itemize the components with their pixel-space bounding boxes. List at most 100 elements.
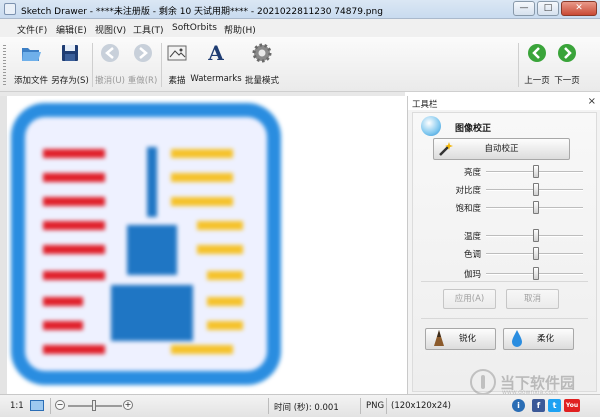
toolbar: 添加文件 另存为(S) 撤消(U) 重做(R) 素描 A Watermarks … [0,37,600,92]
toolbar-separator [518,43,519,87]
app-icon [4,3,16,15]
twitter-icon[interactable]: t [548,399,561,412]
prev-page-button[interactable]: 上一页 [522,37,552,92]
tool-panel: 工具栏 × 图像校正 自动校正 亮度对比度饱和度温度色调伽玛 应用(A) 取消 … [407,96,600,394]
sharpen-label: 锐化 [458,334,476,344]
save-as-button[interactable]: 另存为(S) [50,37,90,92]
batch-mode-label: 批量模式 [244,76,279,86]
slider-label: 亮度 [463,168,481,178]
slider-thumb[interactable] [533,201,540,214]
image-canvas[interactable] [7,96,405,394]
slider-thumb[interactable] [533,165,540,178]
slider-row: 饱和度 [413,201,598,215]
auto-correct-label: 自动校正 [484,144,519,154]
water-drop-icon [512,330,522,347]
slider-label: 色调 [463,250,481,260]
status-separator [268,398,269,414]
slider-label: 伽玛 [463,270,481,280]
batch-mode-button[interactable]: 批量模式 [243,37,281,92]
status-separator [360,398,361,414]
magic-wand-icon [439,142,453,156]
window-controls: — □ ✕ [513,1,597,16]
menu-bar: 文件(F) 编辑(E) 视图(V) 工具(T) SoftOrbits 帮助(H) [0,19,600,37]
facebook-icon[interactable]: f [532,399,545,412]
save-as-label: 另存为(S) [51,76,89,86]
add-file-button[interactable]: 添加文件 [12,37,50,92]
redo-label: 重做(R) [127,76,158,86]
slider-row: 伽玛 [413,267,598,281]
image-dimensions: (120x120x24) [391,401,451,411]
soften-button[interactable]: 柔化 [503,328,574,350]
next-page-button[interactable]: 下一页 [552,37,582,92]
redo-button[interactable]: 重做(R) [126,37,159,92]
undo-arrow-icon [101,44,119,62]
slider-label: 饱和度 [455,204,481,214]
status-separator [386,398,387,414]
undo-button[interactable]: 撤消(U) [94,37,126,92]
sharpen-button[interactable]: 锐化 [425,328,496,350]
save-icon [62,45,78,61]
cancel-button[interactable]: 取消 [506,289,559,309]
sketch-label: 素描 [168,76,186,86]
watermark-logo-icon [470,369,496,395]
slider-thumb[interactable] [533,229,540,242]
next-page-label: 下一页 [554,76,580,86]
image-format: PNG [366,401,385,411]
auto-correct-button[interactable]: 自动校正 [433,138,570,160]
zoom-in-icon[interactable]: + [123,400,133,410]
slider-row: 对比度 [413,183,598,197]
menu-view[interactable]: 视图(V) [95,23,126,36]
panel-header: 工具栏 × [408,96,600,110]
status-separator [50,398,51,414]
gear-icon [252,43,272,63]
prev-page-label: 上一页 [524,76,550,86]
sketch-picture-icon [167,45,187,61]
minimize-button[interactable]: — [513,1,535,16]
section-title: 图像校正 [455,124,492,134]
menu-edit[interactable]: 编辑(E) [56,23,87,36]
image-correction-section: 图像校正 自动校正 亮度对比度饱和度温度色调伽玛 应用(A) 取消 锐化 柔化 [412,112,597,392]
preview-image [11,103,281,385]
toolbar-separator [92,43,93,87]
restore-button[interactable]: □ [537,1,559,16]
slider-thumb[interactable] [533,247,540,260]
watermarks-button[interactable]: A Watermarks [190,37,242,92]
open-folder-icon [22,48,41,61]
slider-row: 温度 [413,229,598,243]
undo-label: 撤消(U) [95,76,125,86]
menu-softorbits[interactable]: SoftOrbits [172,23,217,33]
fit-screen-icon[interactable] [30,400,44,411]
close-button[interactable]: ✕ [561,1,597,16]
menu-tools[interactable]: 工具(T) [133,23,164,36]
arrow-left-icon [528,44,546,62]
title-bar: Sketch Drawer - ****未注册版 - 剩余 10 天试用期***… [0,0,600,19]
youtube-icon[interactable]: You [564,399,580,412]
panel-close-icon[interactable]: × [588,96,596,107]
window-title: Sketch Drawer - ****未注册版 - 剩余 10 天试用期***… [21,7,383,17]
toolbar-grip [3,45,6,85]
status-bar: 1:1 − + 时间 (秒): 0.001 PNG (120x120x24) i… [0,394,600,417]
zoom-ratio[interactable]: 1:1 [10,401,24,411]
soften-label: 柔化 [536,334,554,344]
sketch-button[interactable]: 素描 [163,37,191,92]
divider [421,281,588,282]
slider-thumb[interactable] [533,267,540,280]
process-time: 时间 (秒): 0.001 [274,403,339,413]
slider-label: 温度 [463,232,481,242]
menu-file[interactable]: 文件(F) [17,23,47,36]
zoom-out-icon[interactable]: − [55,400,65,410]
slider-row: 亮度 [413,165,598,179]
menu-help[interactable]: 帮助(H) [224,23,256,36]
zoom-slider-thumb[interactable] [92,400,96,411]
pencil-icon [434,330,444,346]
toolbar-separator [161,43,162,87]
info-icon[interactable]: i [512,399,525,412]
apply-button[interactable]: 应用(A) [443,289,496,309]
panel-title: 工具栏 [412,100,438,110]
redo-arrow-icon [133,44,152,62]
watermarks-label: Watermarks [190,74,242,84]
add-file-label: 添加文件 [13,76,48,86]
divider [421,318,588,319]
slider-thumb[interactable] [533,183,540,196]
snowflake-icon [421,116,441,136]
